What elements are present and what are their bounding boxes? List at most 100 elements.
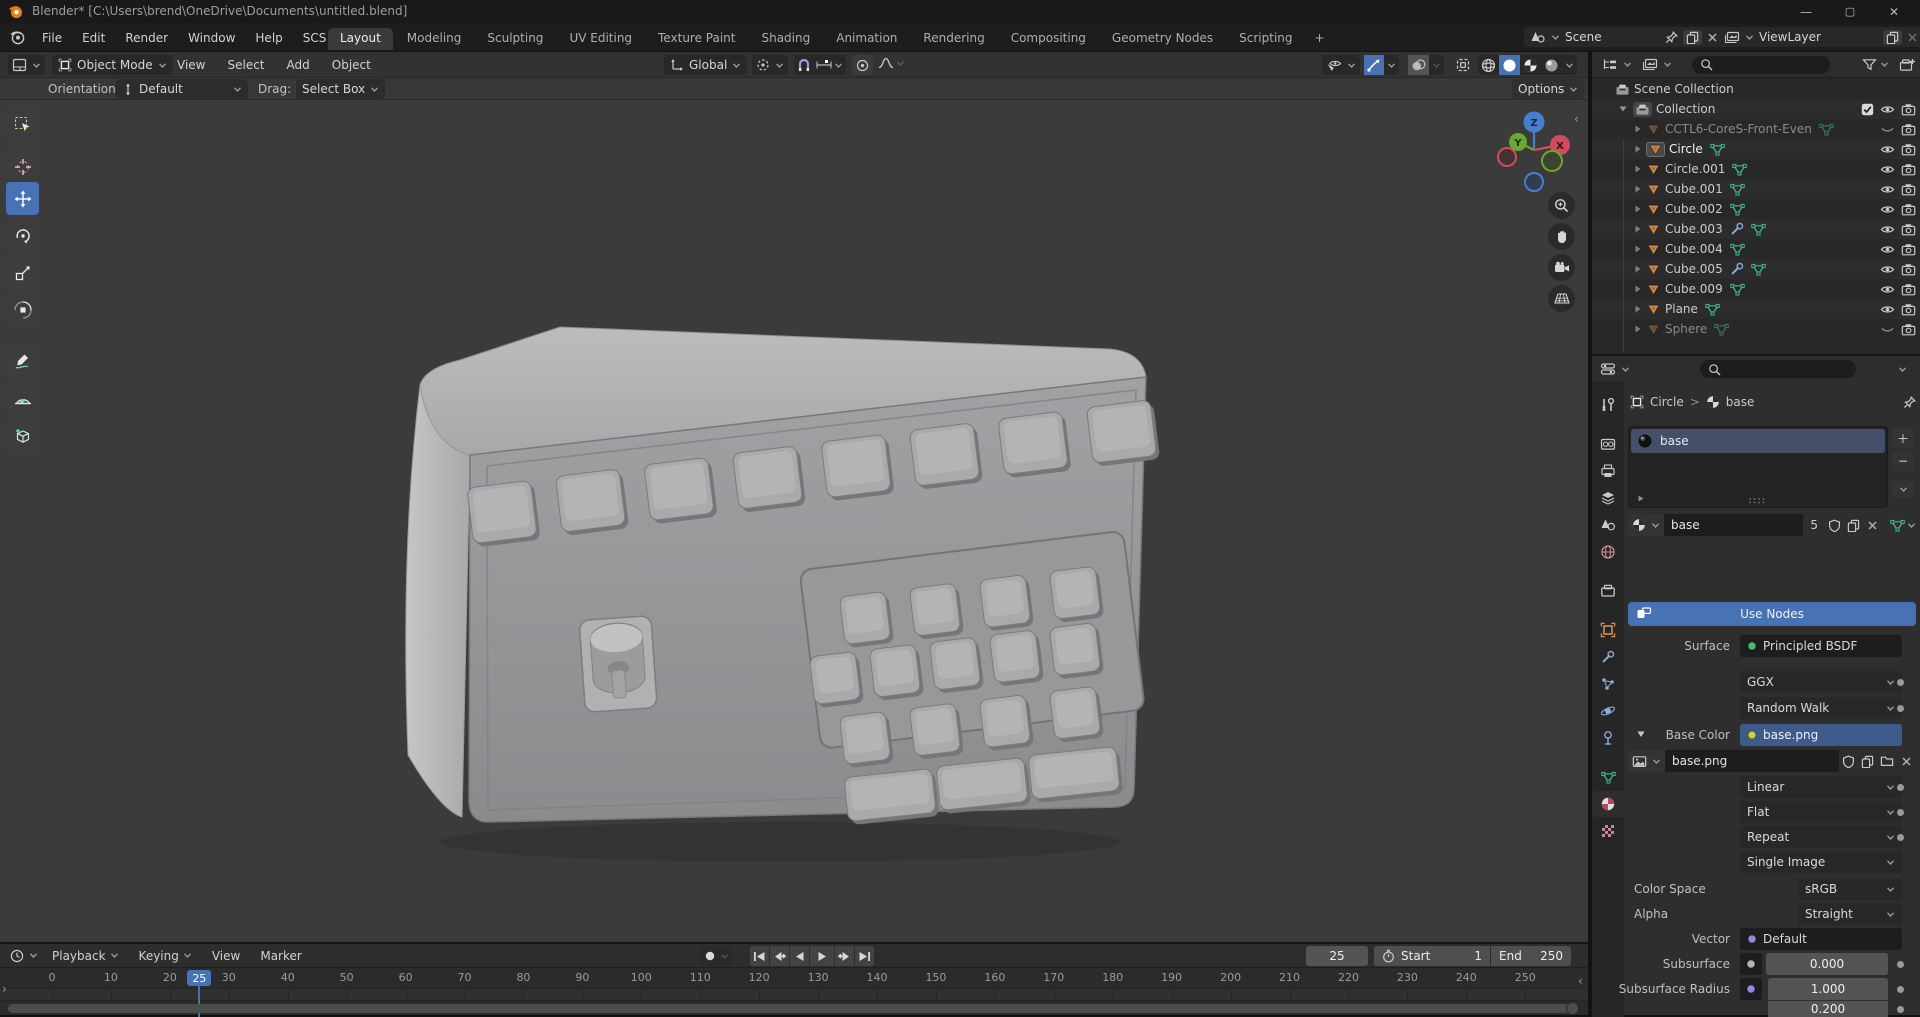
material-browse-button[interactable] (1628, 514, 1664, 536)
outliner-item-name[interactable]: Circle.001 (1665, 162, 1725, 176)
decorator-dot[interactable] (1897, 809, 1904, 816)
jump-end-button[interactable] (855, 946, 874, 966)
camera-icon[interactable] (1901, 123, 1916, 136)
eye-icon[interactable] (1880, 163, 1895, 176)
timeline-ruler[interactable]: 0102030405060708090100110120130140150160… (0, 968, 1588, 988)
orientation-selector[interactable]: Default (116, 79, 248, 99)
prev-keyframe-button[interactable] (770, 946, 789, 966)
eye-icon[interactable] (1880, 243, 1895, 256)
gizmos-dropdown[interactable] (1384, 55, 1399, 75)
tool-measure[interactable] (6, 381, 39, 414)
snap-toggle[interactable] (794, 55, 813, 75)
camera-icon[interactable] (1901, 303, 1916, 316)
outliner-item-name[interactable]: Plane (1665, 302, 1698, 316)
camera-icon[interactable] (1901, 163, 1916, 176)
properties-tab-texture[interactable] (1592, 818, 1624, 844)
menu-render[interactable]: Render (115, 31, 178, 45)
overlays-toggle[interactable] (1408, 55, 1429, 75)
subsurface-slider[interactable]: 0.000 (1766, 953, 1888, 975)
tab-modeling[interactable]: Modeling (395, 28, 474, 50)
visibility-selector[interactable] (1322, 55, 1360, 75)
tab-rendering[interactable]: Rendering (911, 28, 996, 50)
subsurface-method-dropdown[interactable]: Random Walk (1740, 697, 1902, 719)
outliner-row[interactable]: Circle.001 (1592, 159, 1920, 179)
image-setting-dropdown-flat[interactable]: Flat (1740, 801, 1902, 823)
camera-view-icon[interactable] (1548, 254, 1575, 281)
tab-scripting[interactable]: Scripting (1227, 28, 1304, 50)
vector-field[interactable]: Default (1740, 928, 1902, 950)
chevron-down-icon[interactable] (1898, 366, 1907, 373)
viewlayer-selector[interactable]: ViewLayer (1718, 27, 1920, 47)
outliner-item-name[interactable]: Cube.001 (1665, 182, 1723, 196)
disclosure-right-icon[interactable] (1634, 284, 1642, 294)
decorator-dot[interactable] (1897, 961, 1904, 968)
pan-hand-icon[interactable] (1548, 223, 1575, 250)
outliner-filter-button[interactable] (1862, 58, 1889, 71)
remove-icon[interactable] (1907, 32, 1918, 43)
frame-range-end[interactable]: End 250 (1491, 946, 1571, 966)
shading-solid-button[interactable] (1499, 55, 1520, 75)
decorator-dot[interactable] (1897, 679, 1904, 686)
shading-dropdown[interactable] (1562, 55, 1577, 75)
editor-type-button[interactable] (8, 55, 45, 75)
frame-range-start[interactable]: Start 1 (1374, 946, 1490, 966)
camera-icon[interactable] (1901, 143, 1916, 156)
tool-scale[interactable] (6, 256, 39, 289)
blender-menu-icon[interactable] (10, 29, 26, 45)
decorator-dot[interactable] (1897, 1006, 1904, 1013)
eye-icon[interactable] (1880, 143, 1895, 156)
subsurface-radius-slider-1[interactable]: 1.000 (1768, 978, 1888, 1000)
disclosure-right-icon[interactable] (1634, 204, 1642, 214)
outliner-item-name[interactable]: Cube.005 (1665, 262, 1723, 276)
minimize-icon[interactable]: — (1784, 0, 1828, 23)
playhead-frame-badge[interactable]: 25 (187, 970, 211, 986)
close-icon[interactable]: ✕ (1872, 0, 1916, 23)
next-keyframe-button[interactable] (835, 946, 854, 966)
outliner-row[interactable]: Sphere (1592, 319, 1920, 339)
menu-help[interactable]: Help (245, 31, 292, 45)
disclosure-right-icon[interactable] (1634, 324, 1642, 334)
disclosure-right-icon[interactable] (1634, 164, 1642, 174)
outliner-item-name[interactable]: Collection (1656, 102, 1715, 116)
record-icon[interactable] (704, 950, 716, 962)
breadcrumb-material[interactable]: base (1726, 395, 1755, 409)
outliner-item-name[interactable]: Circle (1669, 142, 1703, 156)
viewport-menu-add[interactable]: Add (276, 58, 321, 72)
outliner-row[interactable]: Cube.009 (1592, 279, 1920, 299)
timeline-menu-keying[interactable]: Keying (129, 949, 202, 963)
decorator-dot[interactable] (1897, 705, 1904, 712)
properties-tab-world[interactable] (1592, 539, 1624, 565)
tool-transform[interactable] (6, 293, 39, 326)
copy-material-button[interactable] (1844, 514, 1863, 536)
properties-tab-collection[interactable] (1592, 578, 1624, 604)
tool-cursor[interactable] (6, 150, 39, 183)
proportional-editing-toggle[interactable] (852, 55, 873, 75)
tool-rotate[interactable] (6, 219, 39, 252)
decorator-dot[interactable] (1897, 784, 1904, 791)
properties-tab-output[interactable] (1592, 458, 1624, 484)
eye-icon[interactable] (1880, 223, 1895, 236)
camera-icon[interactable] (1901, 223, 1916, 236)
pivot-point-selector[interactable] (752, 55, 788, 75)
scrollbar-knob[interactable] (1566, 1002, 1579, 1015)
menu-window[interactable]: Window (178, 31, 245, 45)
unlink-material-button[interactable] (1863, 514, 1882, 536)
camera-icon[interactable] (1901, 103, 1916, 116)
mode-selector[interactable]: Object Mode (52, 55, 173, 75)
timeline-editor-type-button[interactable] (6, 946, 42, 966)
tab-compositing[interactable]: Compositing (999, 28, 1098, 50)
camera-icon[interactable] (1901, 183, 1916, 196)
outliner-row[interactable]: Scene Collection (1592, 79, 1920, 99)
base-color-field[interactable]: base.png (1740, 724, 1902, 746)
current-frame-field[interactable]: 25 (1306, 946, 1368, 966)
outliner-filter-type-button[interactable] (1638, 55, 1676, 75)
snap-target-selector[interactable] (813, 55, 846, 75)
tab-shading[interactable]: Shading (749, 28, 822, 50)
outliner-item-name[interactable]: Cube.009 (1665, 282, 1723, 296)
properties-tab-physics[interactable] (1592, 698, 1624, 724)
tool-select-box[interactable] (6, 108, 39, 141)
outliner-item-name[interactable]: Scene Collection (1634, 82, 1734, 96)
properties-search-input[interactable] (1700, 360, 1856, 378)
timeline-menu-playback[interactable]: Playback (42, 949, 129, 963)
expand-icon[interactable] (1637, 494, 1645, 503)
